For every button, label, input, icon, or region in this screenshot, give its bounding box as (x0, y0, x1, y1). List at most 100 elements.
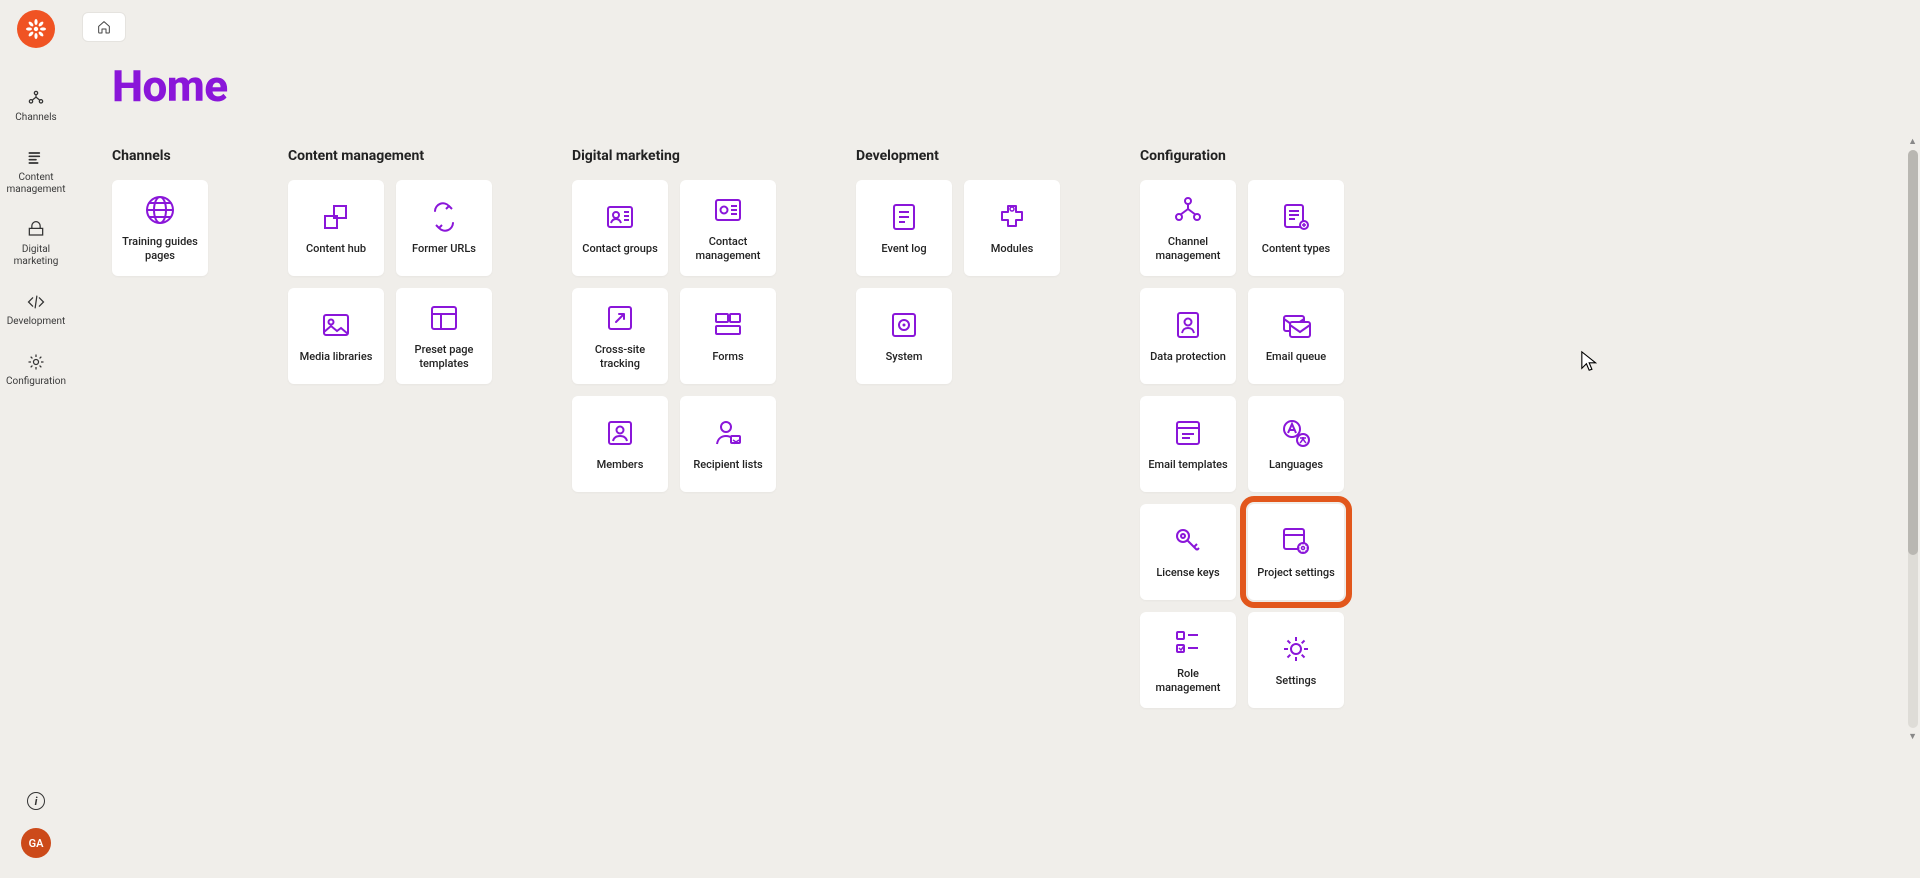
event-log-icon (887, 200, 921, 234)
tile-label: Contact management (688, 235, 768, 263)
tile-email-queue[interactable]: Email queue (1248, 288, 1344, 384)
tile-label: System (886, 350, 923, 364)
tile-label: Project settings (1257, 566, 1335, 580)
category-title: Channels (112, 148, 208, 164)
tile-label: License keys (1156, 566, 1219, 580)
settings-icon (1279, 632, 1313, 666)
tile-label: Preset page templates (404, 343, 484, 371)
sidebar-item-content-mgmt[interactable]: Content management (0, 148, 72, 196)
tile-preset-templates[interactable]: Preset page templates (396, 288, 492, 384)
sidebar-item-label: Configuration (2, 376, 70, 388)
tile-label: Email templates (1148, 458, 1227, 472)
category-title: Development (856, 148, 1060, 164)
tile-label: Settings (1276, 674, 1317, 688)
category-title: Configuration (1140, 148, 1344, 164)
category: Channels Training guides pages (112, 148, 208, 276)
category-title: Content management (288, 148, 492, 164)
category: Content management Content hub Former UR… (288, 148, 492, 384)
sidebar-item-label: Content management (0, 172, 72, 196)
tile-contact-groups[interactable]: Contact groups (572, 180, 668, 276)
content-mgmt-icon (26, 148, 46, 168)
tile-label: Recipient lists (693, 458, 762, 472)
tile-channel-mgmt[interactable]: Channel management (1140, 180, 1236, 276)
tile-label: Former URLs (412, 242, 476, 256)
sidebar-item-channels[interactable]: Channels (0, 88, 72, 124)
tile-label: Content types (1262, 242, 1330, 256)
channel-mgmt-icon (1171, 193, 1205, 227)
scrollbar[interactable] (1908, 150, 1918, 728)
globe-icon (143, 193, 177, 227)
contact-mgmt-icon (711, 193, 745, 227)
members-icon (603, 416, 637, 450)
modules-icon (995, 200, 1029, 234)
configuration-icon (26, 352, 46, 372)
tile-label: Contact groups (582, 242, 657, 256)
avatar[interactable]: GA (21, 828, 51, 858)
tile-email-templates[interactable]: Email templates (1140, 396, 1236, 492)
tile-label: Event log (881, 242, 926, 256)
data-protection-icon (1171, 308, 1205, 342)
media-icon (319, 308, 353, 342)
tile-members[interactable]: Members (572, 396, 668, 492)
sidebar-item-label: Channels (11, 112, 60, 124)
tile-settings[interactable]: Settings (1248, 612, 1344, 708)
page-title: Home (112, 60, 1880, 112)
languages-icon (1279, 416, 1313, 450)
license-keys-icon (1171, 524, 1205, 558)
tile-label: Modules (991, 242, 1034, 256)
tile-content-types[interactable]: Content types (1248, 180, 1344, 276)
sidebar: Channels Content management Digital mark… (0, 0, 72, 878)
project-settings-icon (1279, 524, 1313, 558)
sidebar-item-configuration[interactable]: Configuration (0, 352, 72, 388)
tile-languages[interactable]: Languages (1248, 396, 1344, 492)
sidebar-item-label: Development (3, 316, 70, 328)
preset-templates-icon (427, 301, 461, 335)
category: Configuration Channel management Content… (1140, 148, 1344, 708)
cross-site-icon (603, 301, 637, 335)
tile-cross-site[interactable]: Cross-site tracking (572, 288, 668, 384)
sidebar-item-development[interactable]: Development (0, 292, 72, 328)
scroll-arrow-up-icon[interactable]: ▲ (1908, 136, 1917, 147)
tile-contact-mgmt[interactable]: Contact management (680, 180, 776, 276)
tile-label: Channel management (1148, 235, 1228, 263)
tile-label: Languages (1269, 458, 1323, 472)
tile-project-settings[interactable]: Project settings (1248, 504, 1344, 600)
tile-label: Data protection (1150, 350, 1226, 364)
tile-data-protection[interactable]: Data protection (1140, 288, 1236, 384)
tile-modules[interactable]: Modules (964, 180, 1060, 276)
scrollbar-thumb[interactable] (1908, 150, 1918, 555)
tile-label: Role management (1148, 667, 1228, 695)
tile-former-urls[interactable]: Former URLs (396, 180, 492, 276)
system-icon (887, 308, 921, 342)
category-title: Digital marketing (572, 148, 776, 164)
contact-groups-icon (603, 200, 637, 234)
tile-label: Cross-site tracking (580, 343, 660, 371)
scroll-arrow-down-icon[interactable]: ▼ (1908, 731, 1917, 742)
sidebar-item-digital-mkt[interactable]: Digital marketing (0, 220, 72, 268)
tile-label: Email queue (1266, 350, 1326, 364)
content-hub-icon (319, 200, 353, 234)
category: Development Event log Modules System (856, 148, 1060, 384)
app-logo[interactable] (17, 10, 55, 48)
tile-forms[interactable]: Forms (680, 288, 776, 384)
content-types-icon (1279, 200, 1313, 234)
category: Digital marketing Contact groups Contact… (572, 148, 776, 492)
email-templates-icon (1171, 416, 1205, 450)
info-icon[interactable]: i (27, 792, 45, 810)
former-urls-icon (427, 200, 461, 234)
tile-label: Training guides pages (120, 235, 200, 263)
main-content: Home Channels Training guides pages Conte… (72, 0, 1920, 878)
tile-content-hub[interactable]: Content hub (288, 180, 384, 276)
tile-role-mgmt[interactable]: Role management (1140, 612, 1236, 708)
tile-recipient[interactable]: Recipient lists (680, 396, 776, 492)
sidebar-item-label: Digital marketing (0, 244, 72, 268)
tile-label: Members (597, 458, 644, 472)
tile-event-log[interactable]: Event log (856, 180, 952, 276)
digital-mkt-icon (26, 220, 46, 240)
tile-globe[interactable]: Training guides pages (112, 180, 208, 276)
tile-label: Media libraries (300, 350, 373, 364)
tile-system[interactable]: System (856, 288, 952, 384)
tile-media[interactable]: Media libraries (288, 288, 384, 384)
tile-license-keys[interactable]: License keys (1140, 504, 1236, 600)
forms-icon (711, 308, 745, 342)
